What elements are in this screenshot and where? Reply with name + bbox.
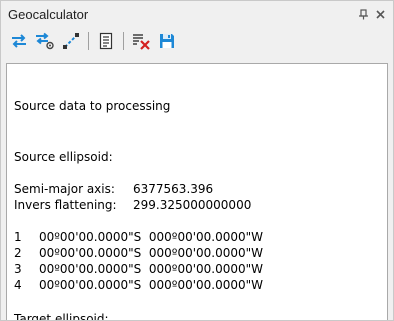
geocalculator-panel: Geocalculator Source data to processing … xyxy=(0,0,394,321)
clear-list-icon[interactable] xyxy=(129,30,153,52)
swap-settings-icon[interactable] xyxy=(33,30,57,52)
point-row: 3 00º00'00.0000"S 000º00'00.0000"W xyxy=(14,262,263,276)
toolbar xyxy=(1,27,393,55)
toolbar-separator xyxy=(88,32,89,50)
point-number: 1 xyxy=(14,230,22,244)
point-number: 4 xyxy=(14,278,22,292)
point-coords: 00º00'00.0000"S 000º00'00.0000"W xyxy=(39,278,264,292)
pin-icon[interactable] xyxy=(356,7,370,21)
point-number: 2 xyxy=(14,246,22,260)
title-bar: Geocalculator xyxy=(1,1,393,27)
output-text-area[interactable]: Source data to processing Source ellipso… xyxy=(6,63,388,320)
heading: Source data to processing xyxy=(14,99,171,113)
inv-flattening-row: Invers flattening: 299.325000000000 xyxy=(14,198,251,212)
semi-major-row: Semi-major axis: 6377563.396 xyxy=(14,182,213,196)
window-title: Geocalculator xyxy=(8,6,89,22)
semi-major-value: 6377563.396 xyxy=(133,182,214,196)
point-row: 4 00º00'00.0000"S 000º00'00.0000"W xyxy=(14,278,263,292)
point-coords: 00º00'00.0000"S 000º00'00.0000"W xyxy=(39,262,264,276)
toolbar-separator xyxy=(123,32,124,50)
save-icon[interactable] xyxy=(155,30,179,52)
point-number: 3 xyxy=(14,262,22,276)
point-coords: 00º00'00.0000"S 000º00'00.0000"W xyxy=(39,230,264,244)
source-ellipsoid-label: Source ellipsoid: xyxy=(14,150,113,164)
measure-line-icon[interactable] xyxy=(59,30,83,52)
inv-flattening-value: 299.325000000000 xyxy=(133,198,252,212)
swap-arrows-icon[interactable] xyxy=(7,30,31,52)
target-ellipsoid-label: Target ellipsoid: xyxy=(14,312,109,320)
semi-major-label: Semi-major axis: xyxy=(14,182,115,196)
point-coords: 00º00'00.0000"S 000º00'00.0000"W xyxy=(39,246,264,260)
inv-flattening-label: Invers flattening: xyxy=(14,198,117,212)
document-icon[interactable] xyxy=(94,30,118,52)
point-row: 1 00º00'00.0000"S 000º00'00.0000"W xyxy=(14,230,263,244)
close-icon[interactable] xyxy=(373,7,387,21)
point-row: 2 00º00'00.0000"S 000º00'00.0000"W xyxy=(14,246,263,260)
